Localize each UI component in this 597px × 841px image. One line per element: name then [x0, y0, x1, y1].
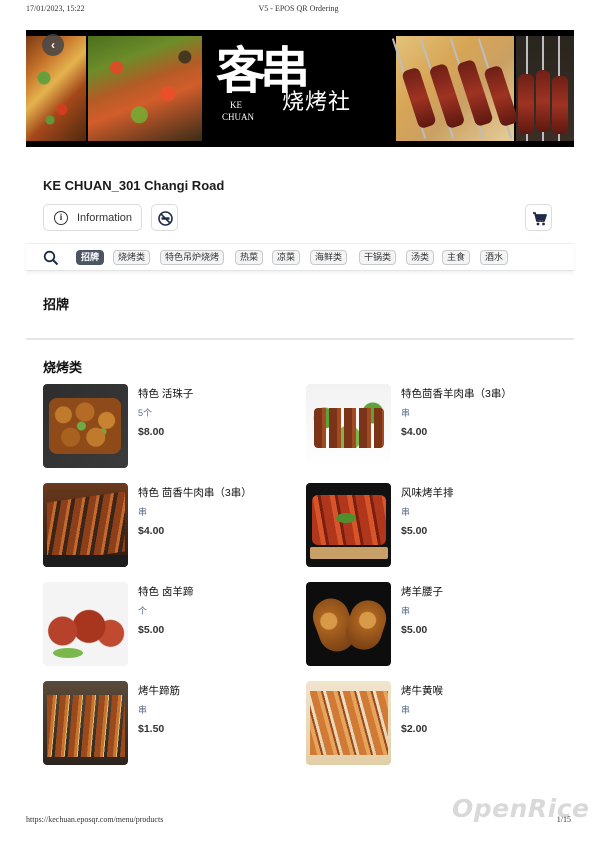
menu-item-price: $1.50: [138, 723, 165, 735]
banner-food-image-3: [391, 36, 519, 141]
category-chip-cold-dishes[interactable]: 凉菜: [272, 250, 301, 265]
menu-item-unit: 串: [401, 408, 411, 418]
menu-item-name: 特色 茴香牛肉串（3串）: [138, 487, 252, 499]
menu-item-price: $4.00: [138, 525, 165, 537]
menu-item-unit: 串: [401, 507, 411, 517]
banner-food-image-4: [516, 36, 574, 141]
print-url: https://kechuan.eposqr.com/menu/products: [26, 815, 164, 824]
banner-food-image-2: [88, 36, 202, 141]
logo-sub-chuan: CHUAN: [222, 112, 255, 122]
menu-item-unit: 串: [401, 606, 411, 616]
category-chip-dry-pot[interactable]: 干锅类: [359, 250, 397, 265]
section-title-signature: 招牌: [43, 297, 70, 312]
menu-item-name: 烤羊腰子: [401, 586, 443, 598]
information-button-label: Information: [77, 212, 133, 224]
category-chip-hanging-oven[interactable]: 特色吊炉烧烤: [160, 250, 225, 265]
menu-item[interactable]: 烤牛蹄筋 串 $1.50: [43, 681, 293, 767]
menu-item-name: 特色茴香羊肉串（3串）: [401, 388, 512, 400]
category-chip-soup[interactable]: 汤类: [406, 250, 435, 265]
menu-item-name: 烤牛黄喉: [401, 685, 443, 697]
menu-item-image: [43, 483, 128, 567]
menu-item-image: [43, 582, 128, 666]
menu-item[interactable]: 特色 茴香牛肉串（3串） 串 $4.00: [43, 483, 293, 569]
search-icon[interactable]: [43, 250, 59, 266]
category-chip-bbq[interactable]: 烧烤类: [113, 250, 151, 265]
menu-item-image: [306, 483, 391, 567]
menu-item[interactable]: 特色 活珠子 5个 $8.00: [43, 384, 293, 470]
menu-item-price: $5.00: [138, 624, 165, 636]
menu-item-name: 烤牛蹄筋: [138, 685, 180, 697]
menu-item-price: $4.00: [401, 426, 428, 438]
category-chip-signature[interactable]: 招牌: [76, 250, 105, 265]
category-bar: 招牌 烧烤类 特色吊炉烧烤 热菜 凉菜 海鲜类 干锅类 汤类 主食 酒水: [26, 243, 574, 271]
menu-item-unit: 个: [138, 606, 148, 616]
menu-item[interactable]: 风味烤羊排 串 $5.00: [306, 483, 556, 569]
no-smoking-button[interactable]: [151, 204, 178, 231]
menu-item[interactable]: 特色茴香羊肉串（3串） 串 $4.00: [306, 384, 556, 470]
menu-item-price: $5.00: [401, 624, 428, 636]
logo-sub-ke: KE: [230, 100, 242, 110]
store-banner: 客串 KE CHUAN 烧烤社: [26, 30, 574, 147]
menu-item-price: $5.00: [401, 525, 428, 537]
menu-item-name: 特色 活珠子: [138, 388, 194, 400]
category-chip-seafood[interactable]: 海鲜类: [310, 250, 348, 265]
menu-item-name: 特色 卤羊蹄: [138, 586, 194, 598]
menu-item-name: 风味烤羊排: [401, 487, 454, 499]
menu-item[interactable]: 烤牛黄喉 串 $2.00: [306, 681, 556, 767]
menu-item-price: $2.00: [401, 723, 428, 735]
menu-item-unit: 串: [138, 507, 148, 517]
print-title: V5 - EPOS QR Ordering: [258, 4, 339, 13]
back-button[interactable]: ‹: [42, 34, 64, 56]
category-chip-staple[interactable]: 主食: [442, 250, 471, 265]
category-chip-hot-dishes[interactable]: 热菜: [235, 250, 264, 265]
print-page-number: 1/15: [556, 815, 571, 824]
cart-button[interactable]: [525, 204, 552, 231]
store-logo: 客串 KE CHUAN 烧烤社: [216, 44, 386, 134]
info-icon: i: [54, 211, 68, 225]
menu-item-unit: 串: [401, 705, 411, 715]
menu-item-price: $8.00: [138, 426, 165, 438]
print-header: 17/01/2023, 15:22 V5 - EPOS QR Ordering: [0, 4, 597, 16]
menu-item[interactable]: 烤羊腰子 串 $5.00: [306, 582, 556, 668]
chevron-left-icon: ‹: [51, 38, 55, 52]
category-chip-drinks[interactable]: 酒水: [480, 250, 509, 265]
store-title: KE CHUAN_301 Changi Road: [43, 178, 225, 193]
menu-item[interactable]: 特色 卤羊蹄 个 $5.00: [43, 582, 293, 668]
menu-item-image: [306, 681, 391, 765]
no-smoking-icon: [158, 211, 173, 226]
section-divider: [26, 338, 574, 340]
section-title-bbq: 烧烤类: [43, 360, 83, 375]
cart-icon: [533, 212, 547, 226]
menu-item-unit: 5个: [138, 408, 153, 418]
menu-item-image: [43, 384, 128, 468]
menu-item-unit: 串: [138, 705, 148, 715]
menu-item-image: [306, 582, 391, 666]
information-button[interactable]: i Information: [43, 204, 142, 231]
menu-item-image: [306, 384, 391, 468]
menu-item-image: [43, 681, 128, 765]
logo-calligraphy: 烧烤社: [282, 90, 352, 115]
print-footer: https://kechuan.eposqr.com/menu/products…: [0, 815, 597, 827]
